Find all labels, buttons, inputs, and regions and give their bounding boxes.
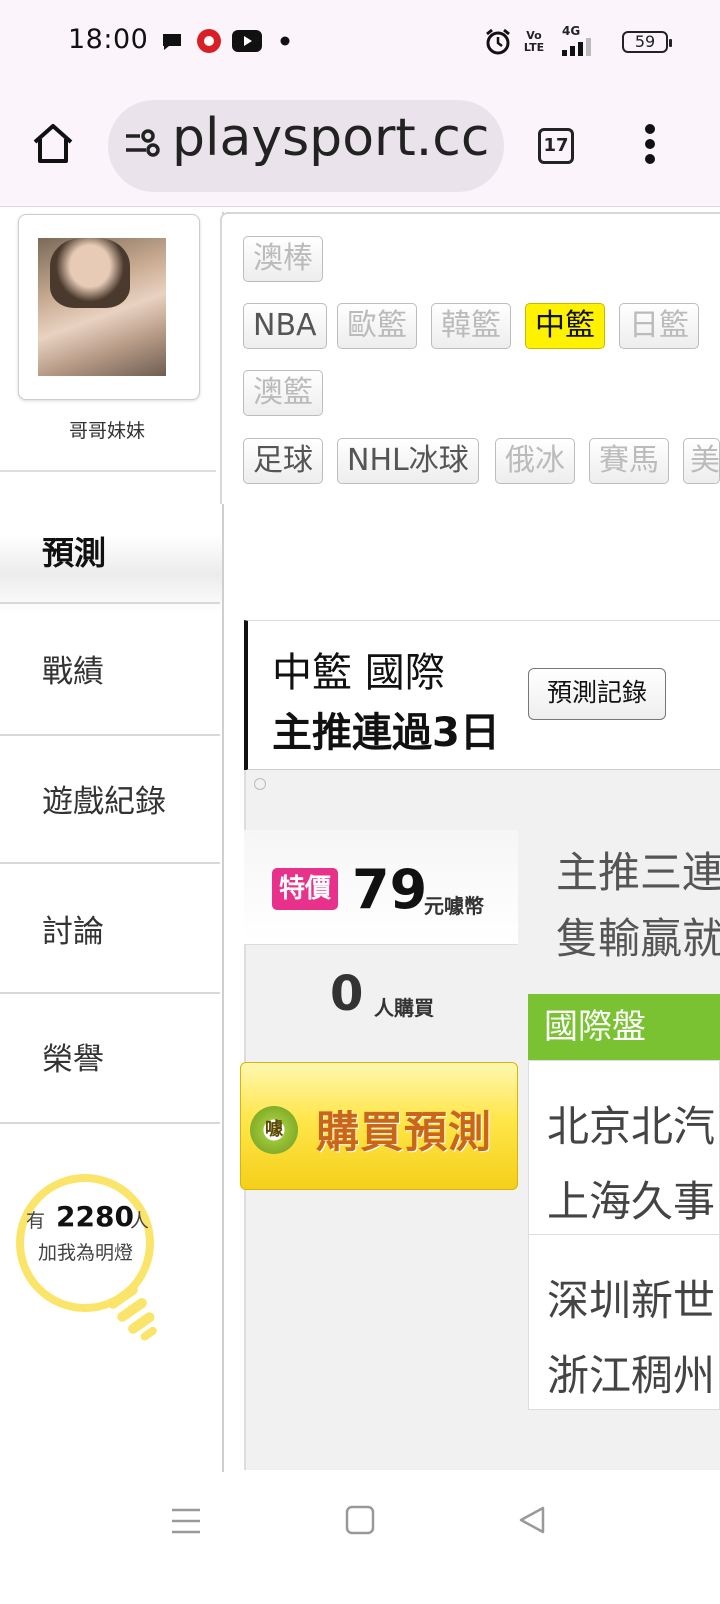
sidebar-item-discussion[interactable] [0,862,220,994]
divider [0,470,216,472]
status-time: 18:00 [68,24,149,55]
team-name: 上海久事 [547,1177,716,1226]
game-row[interactable]: 深圳新世 浙江稠州 [528,1234,720,1410]
prediction-subtitle: 主推連過3日 [272,710,500,756]
description-line: 隻輸贏就 [556,914,720,963]
menu-icon[interactable] [170,1506,202,1536]
prediction-description: 主推三連 隻輸贏就 [556,840,720,972]
username[interactable]: 哥哥妹妹 [0,416,214,443]
more-vert-icon[interactable] [640,122,660,166]
youtube-icon [232,30,262,52]
price-value: 79 [352,858,428,921]
buyer-count: 0 [330,966,364,1022]
sidebar-item-record[interactable] [0,602,220,736]
alarm-icon [486,28,510,55]
sidebar-item-label: 遊戲紀錄 [42,784,166,820]
battery-icon: 59 [622,31,672,53]
market-header: 國際盤 [528,994,720,1060]
sidebar-item-prediction[interactable] [0,482,222,614]
prediction-title: 中籃 國際 [272,650,445,696]
signal-icon [562,38,591,56]
prediction-record-button[interactable]: 預測記錄 [528,668,666,720]
team-name: 深圳新世 [547,1276,716,1325]
app-badge-icon [197,29,221,53]
sport-tag-soccer[interactable]: 足球 [243,438,323,484]
sidebar-item-label: 預測 [42,534,107,572]
team-name: 浙江稠州 [547,1351,716,1400]
sport-tag-nhl[interactable]: NHL冰球 [337,438,479,484]
sport-tag-nba[interactable]: NBA [243,303,327,349]
sport-tag-more[interactable]: 美 [683,438,720,484]
sport-tag-russia-hockey[interactable]: 俄冰 [495,438,575,484]
network-type: 4G [562,24,581,38]
pin-icon [254,778,266,790]
buyer-unit: 人購買 [374,996,434,1020]
sidebar-item-honors[interactable] [0,992,220,1124]
team-name: 北京北汽 [547,1102,716,1151]
site-settings-icon[interactable] [122,124,160,162]
sport-tag-korea-basketball[interactable]: 韓籃 [431,303,511,349]
volte-icon: Vo LTE [523,29,545,54]
avatar-face [50,238,130,308]
home-icon[interactable] [30,120,76,166]
sport-tag-horse-racing[interactable]: 賽馬 [589,438,669,484]
fans-prefix: 有 [26,1210,46,1232]
sidebar-item-label: 討論 [42,914,104,950]
back-triangle-icon[interactable] [516,1504,548,1536]
url-text[interactable]: playsport.cc [172,108,492,168]
buy-prediction-label[interactable]: 購買預測 [316,1098,492,1160]
sport-tag-euro-basketball[interactable]: 歐籃 [337,303,417,349]
home-square-icon[interactable] [344,1504,376,1536]
system-nav-bar [0,1472,720,1604]
fans-suffix: 人 [130,1210,150,1232]
game-row[interactable]: 北京北汽 上海久事 [528,1060,720,1236]
coin-icon: 噱 [250,1106,298,1154]
sport-tag-australia-basketball[interactable]: 澳籃 [243,370,323,416]
description-line: 主推三連 [556,848,720,897]
tab-switcher-icon[interactable]: 17 [538,128,574,164]
special-price-badge: 特價 [272,868,338,910]
sport-tag-australia-baseball[interactable]: 澳棒 [243,236,323,282]
sidebar-item-label: 榮譽 [42,1042,104,1078]
chat-bubble-icon [163,34,181,50]
bulb-base-icon [110,1284,157,1341]
price-unit: 元噱幣 [424,894,484,918]
sport-tag-china-basketball[interactable]: 中籃 [525,303,605,349]
fans-subtitle: 加我為明燈 [38,1242,134,1264]
sport-tag-japan-basketball[interactable]: 日籃 [619,303,699,349]
dot-icon [280,36,290,46]
sidebar-item-label: 戰績 [42,654,104,690]
fans-count: 2280 [56,1200,134,1233]
